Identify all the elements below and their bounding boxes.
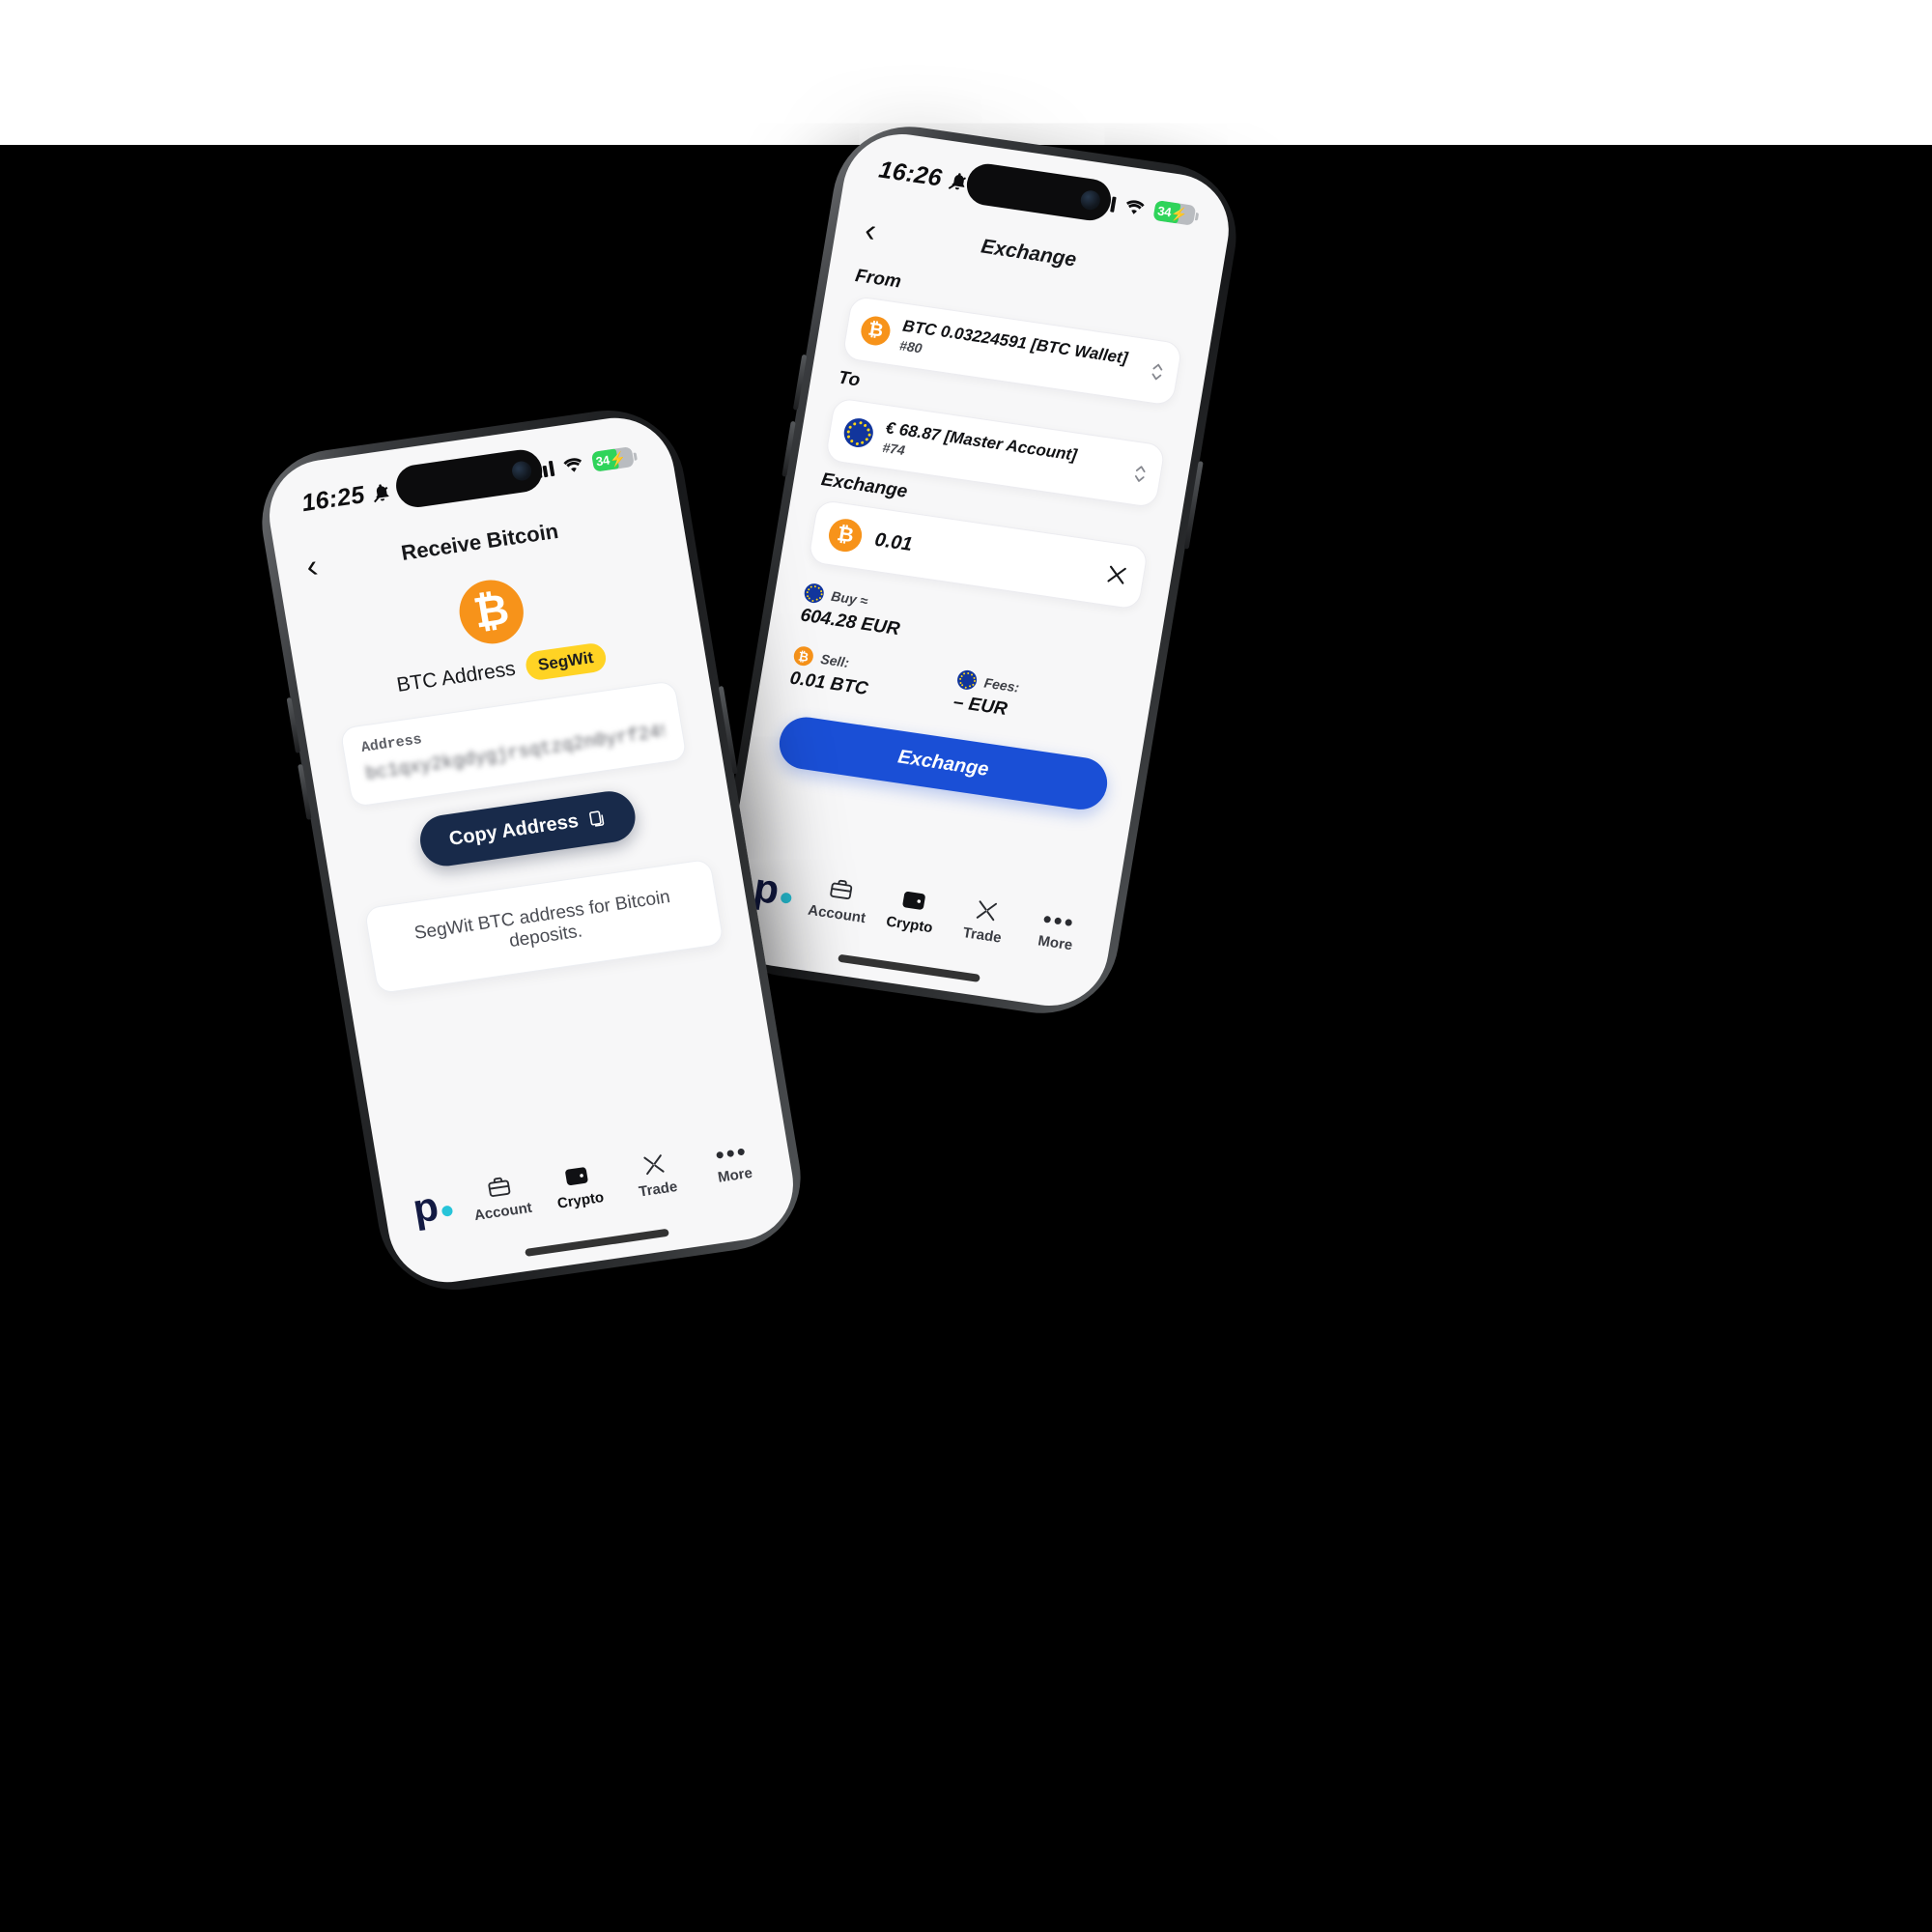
copy-address-button[interactable]: Copy Address (416, 787, 639, 869)
dynamic-island-right (963, 160, 1115, 223)
tab-crypto[interactable]: Crypto (536, 1158, 621, 1214)
tab-bar-right: p Account Crypto Trade ••• More (721, 849, 1117, 974)
battery-indicator: 34 ⚡ (590, 446, 639, 472)
summary-section: Buy ≈ 604.28 EUR ₿ Sell: 0.01 BTC Fees: … (788, 582, 1133, 737)
segwit-badge: SegWit (523, 641, 609, 682)
stepper-updown-icon[interactable] (1132, 463, 1148, 486)
stepper-updown-icon[interactable] (1150, 360, 1165, 384)
bell-slash-icon (370, 480, 394, 504)
front-camera-icon (1079, 188, 1102, 212)
lightning-bolt-icon: ⚡ (1169, 205, 1189, 223)
lightning-bolt-icon: ⚡ (608, 449, 628, 468)
tab-bar-left: p Account Crypto Trade ••• More (380, 1122, 795, 1248)
briefcase-icon (827, 875, 855, 902)
bitcoin-icon: ₿ (826, 516, 865, 554)
home-indicator-left (525, 1228, 669, 1257)
bitcoin-icon: ₿ (454, 576, 528, 648)
wifi-icon (560, 455, 585, 474)
tab-crypto-label: Crypto (555, 1188, 606, 1212)
home-indicator-right (838, 953, 980, 982)
tab-crypto-label: Crypto (885, 913, 934, 936)
euro-flag-icon (841, 416, 876, 449)
sell-block: ₿ Sell: 0.01 BTC (788, 644, 959, 713)
tab-trade[interactable]: Trade (945, 893, 1025, 948)
address-note-text: SegWit BTC address for Bitcoin deposits. (412, 887, 672, 952)
scene: 16:26 34 ⚡ ‹ Exchange From ₿ BTC 0.03224… (0, 0, 1932, 1932)
address-note: SegWit BTC address for Bitcoin deposits. (363, 858, 724, 995)
fees-block: Fees: – EUR (952, 668, 1122, 737)
tab-trade-label: Trade (637, 1178, 679, 1201)
sell-label: Sell: (819, 650, 851, 670)
ellipsis-icon: ••• (1040, 903, 1078, 938)
euro-flag-icon (955, 668, 979, 692)
bitcoin-icon: ₿ (792, 644, 815, 668)
exchange-amount-value: 0.01 (873, 528, 915, 555)
wallet-icon (899, 886, 927, 913)
tab-more-label: More (716, 1164, 754, 1186)
fees-label: Fees: (982, 674, 1021, 696)
battery-indicator: 34 ⚡ (1151, 199, 1200, 226)
trade-arrows-icon (973, 896, 1001, 923)
tab-more[interactable]: ••• More (1017, 903, 1096, 956)
status-icons-left: 34 ⚡ (529, 446, 639, 482)
trade-arrows-icon (639, 1151, 668, 1178)
tab-account-label: Account (472, 1199, 533, 1224)
tab-trade-label: Trade (961, 923, 1003, 947)
copy-address-label: Copy Address (447, 810, 581, 850)
brand-logo: p (400, 1183, 465, 1232)
tab-trade[interactable]: Trade (613, 1147, 698, 1203)
bitcoin-icon: ₿ (859, 314, 893, 348)
address-heading: BTC Address (394, 657, 518, 696)
status-time: 16:25 (299, 477, 394, 518)
dynamic-island-left (392, 446, 546, 510)
copy-icon (586, 809, 608, 829)
buy-label: Buy ≈ (830, 587, 869, 610)
tab-account[interactable]: Account (799, 871, 879, 926)
briefcase-icon (485, 1173, 513, 1200)
status-time: 16:26 (877, 156, 972, 197)
ellipsis-icon: ••• (713, 1136, 751, 1170)
wifi-icon (1122, 197, 1147, 216)
front-camera-icon (510, 460, 533, 482)
exchange-submit-label: Exchange (895, 746, 991, 781)
tab-crypto[interactable]: Crypto (871, 882, 952, 937)
tab-account[interactable]: Account (458, 1169, 543, 1225)
wallet-icon (562, 1162, 590, 1189)
tab-account-label: Account (807, 901, 867, 926)
euro-flag-icon (803, 582, 826, 605)
tab-more[interactable]: ••• More (691, 1136, 775, 1189)
close-x-icon[interactable] (1104, 563, 1128, 587)
